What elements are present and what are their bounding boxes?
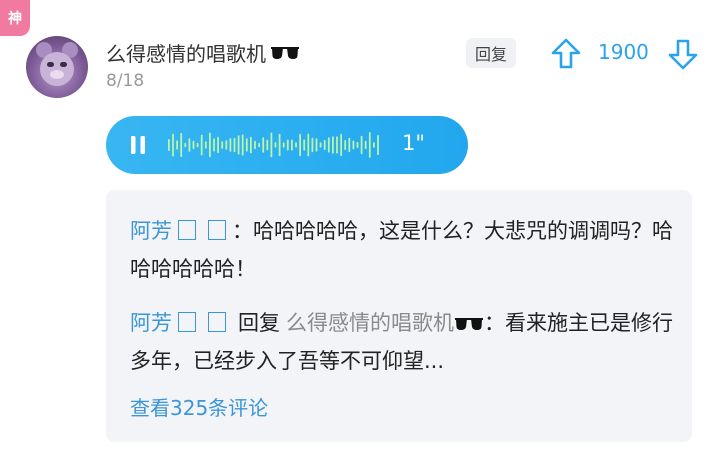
waveform-bar [266,139,269,151]
waveform-bar [192,140,195,150]
waveform-bar [245,138,248,152]
placeholder-glyph-icon [208,220,226,240]
upvote-arrow-icon[interactable] [551,38,581,70]
waveform-bar [270,132,273,158]
waveform-bar [176,140,178,150]
waveform-bar [213,138,215,152]
username[interactable]: 么得感情的唱歌机 [106,38,300,67]
waveform-bar [221,141,224,149]
waveform-bar [327,137,330,153]
waveform-bar [200,134,203,156]
sunglasses-icon [455,318,483,330]
god-comment-badge: 神 [0,0,30,36]
waveform-bar [229,138,232,152]
waveform-bar [282,142,285,148]
waveform-bar [356,141,359,148]
waveform-bar [319,142,322,148]
reply-separator: ： [484,311,505,335]
waveform-bar [204,141,207,149]
waveform-bar [315,138,318,152]
pause-icon[interactable] [130,136,146,154]
waveform-bar [241,134,244,156]
vote-count: 1900 [598,40,649,64]
waveform-bar [168,139,170,151]
waveform-bar [295,142,297,148]
placeholder-glyph-icon [178,312,196,332]
badge-label: 神 [8,11,22,27]
waveform-bar [307,133,310,157]
waveform-bar [217,136,219,154]
downvote-arrow-icon[interactable] [668,38,698,70]
waveform-bar [209,132,211,158]
waveform-bar [332,136,334,154]
waveform-bar [373,142,375,148]
waveform-bar [286,139,289,151]
waveform-bar [377,135,379,156]
waveform-bar [299,133,301,157]
audio-waveform [168,132,379,158]
voice-message-player[interactable]: 1" [106,116,468,174]
waveform-bar [364,140,367,150]
avatar[interactable] [26,36,88,98]
placeholder-glyph-icon [178,220,196,240]
waveform-bar [233,137,236,153]
waveform-bar [180,132,183,158]
waveform-bar [254,140,256,150]
reply-item[interactable]: 阿芳 回复 么得感情的唱歌机 ：看来施主已是修行多年，已经步入了吾等不可仰望... [130,304,678,380]
waveform-bar [348,137,351,153]
reply-item[interactable]: 阿芳 ：哈哈哈哈哈，这是什么？大悲咒的调调吗？哈哈哈哈哈哈！ [130,212,678,288]
reply-target-user[interactable]: 么得感情的唱歌机 [286,311,454,335]
waveform-bar [250,136,252,154]
reply-separator: ： [232,219,253,243]
username-text: 么得感情的唱歌机 [106,42,266,66]
sunglasses-icon [271,46,299,59]
waveform-bar [340,133,342,157]
waveform-bar [336,136,338,154]
waveform-bar [258,142,260,148]
waveform-bar [291,139,293,151]
view-all-comments-link[interactable]: 查看325条评论 [130,392,268,421]
waveform-bar [311,137,314,153]
reply-author[interactable]: 阿芳 [130,219,172,243]
post-date: 8/18 [106,71,145,91]
waveform-bar [184,142,187,148]
comment-card: 神 么得感情的唱歌机 8/18 回复 1900 1" 阿芳 ：哈哈哈哈哈，这是什… [0,0,720,450]
reply-button[interactable]: 回复 [466,38,516,68]
waveform-bar [344,139,347,150]
placeholder-glyph-icon [208,312,226,332]
waveform-bar [188,138,191,152]
waveform-bar [262,137,265,153]
waveform-bar [278,133,281,157]
waveform-bar [368,132,371,158]
reply-preview-box[interactable]: 阿芳 ：哈哈哈哈哈，这是什么？大悲咒的调调吗？哈哈哈哈哈哈！ 阿芳 回复 么得感情的唱… [106,190,692,442]
waveform-bar [360,135,363,155]
waveform-bar [274,142,277,148]
waveform-bar [352,140,355,150]
voice-duration: 1" [402,131,426,155]
waveform-bar [172,133,174,157]
reply-to-word: 回复 [238,311,280,335]
waveform-bar [225,140,228,150]
waveform-bar [323,139,326,151]
waveform-bar [196,142,199,148]
reply-author[interactable]: 阿芳 [130,311,172,335]
waveform-bar [237,135,240,155]
waveform-bar [303,139,306,151]
